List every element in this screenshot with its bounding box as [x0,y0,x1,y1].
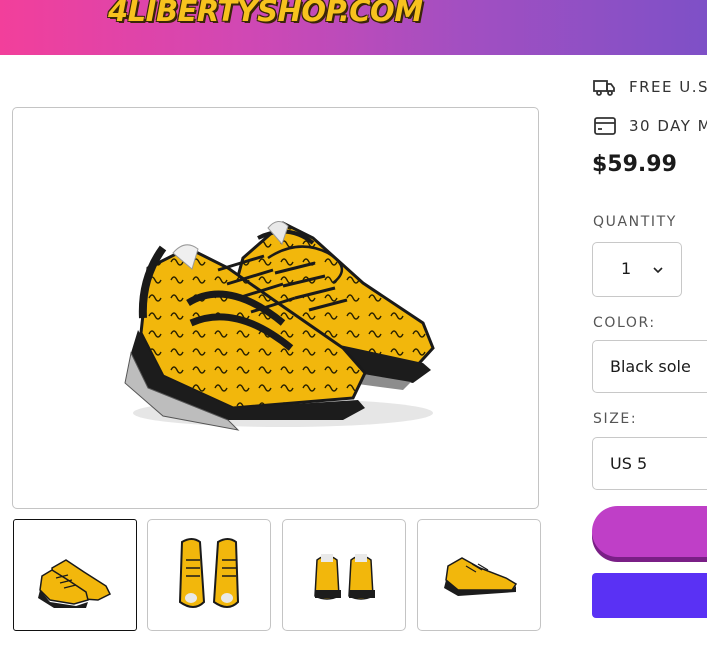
site-header: 4LIBERTYSHOP.COM [0,0,707,55]
size-select[interactable]: US 5 [592,437,707,490]
main-product-image[interactable] [12,107,539,509]
quantity-select[interactable]: 1 [592,242,682,297]
thumbnail-4[interactable] [417,519,541,631]
thumbnail-3[interactable] [282,519,406,631]
size-value: US 5 [610,454,648,473]
size-label: SIZE: [593,411,638,427]
color-select[interactable]: Black sole [592,340,707,393]
sneakers-angled-thumb-icon [38,559,112,608]
sneakers-back-thumb-icon [314,554,375,600]
site-logo[interactable]: 4LIBERTYSHOP.COM [108,0,423,28]
sneakers-image [124,221,435,431]
thumbnail-2[interactable] [147,519,271,631]
credit-card-icon [594,117,616,135]
product-price: $59.99 [592,152,677,177]
sneakers-top-thumb-icon [178,538,240,608]
add-to-cart-button[interactable] [592,506,707,557]
quantity-label: QUANTITY [593,214,677,230]
free-shipping-text: FREE U.S. [629,78,707,96]
free-shipping-info: FREE U.S. [593,75,707,99]
chevron-down-icon [653,267,663,274]
color-value: Black sole [610,357,691,376]
color-label: COLOR: [593,315,656,331]
quantity-value: 1 [621,259,632,278]
sneakers-side-thumb-icon [444,557,518,596]
return-policy-info: 30 DAY M [593,114,707,138]
thumbnail-1[interactable] [13,519,137,631]
truck-icon [593,80,615,96]
return-policy-text: 30 DAY M [629,117,707,135]
buy-now-button[interactable] [592,573,707,618]
